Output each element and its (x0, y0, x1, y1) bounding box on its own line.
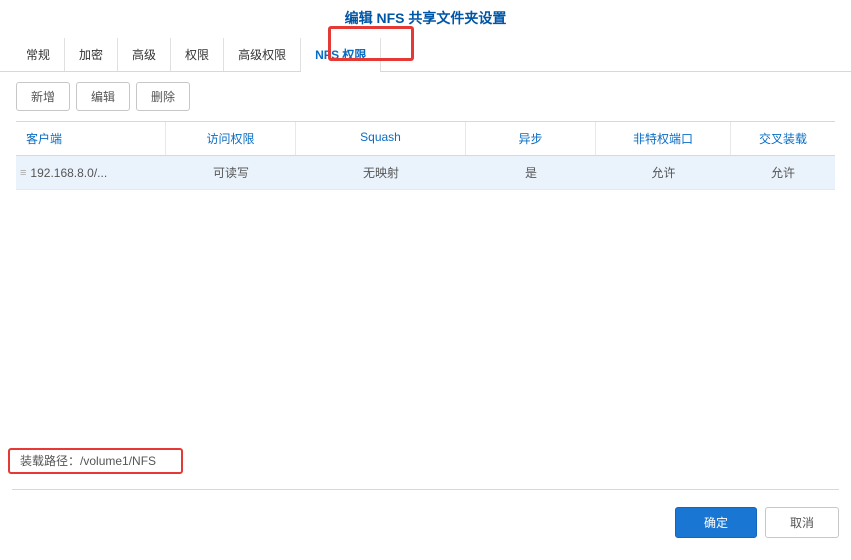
cell-port: 允许 (596, 156, 731, 189)
tab-adv-permission[interactable]: 高级权限 (224, 38, 301, 71)
footer: 确定 取消 (675, 507, 839, 538)
add-button[interactable]: 新增 (16, 82, 70, 111)
cell-squash: 无映射 (296, 156, 466, 189)
ok-button[interactable]: 确定 (675, 507, 757, 538)
cell-access: 可读写 (166, 156, 296, 189)
col-client[interactable]: 客户端 (16, 122, 166, 155)
tab-permission[interactable]: 权限 (171, 38, 224, 71)
mount-path: 装载路径：/volume1/NFS (12, 446, 164, 475)
tab-encrypt[interactable]: 加密 (65, 38, 118, 71)
edit-button[interactable]: 编辑 (76, 82, 130, 111)
cell-cross: 允许 (731, 156, 835, 189)
table-header: 客户端 访问权限 Squash 异步 非特权端口 交叉装载 (16, 121, 835, 156)
toolbar: 新增 编辑 删除 (0, 72, 851, 121)
cell-async: 是 (466, 156, 596, 189)
cell-client-text: 192.168.8.0/... (30, 166, 107, 180)
tab-bar: 常规 加密 高级 权限 高级权限 NFS 权限 (0, 38, 851, 72)
footer-separator (12, 489, 839, 490)
tab-general[interactable]: 常规 (12, 38, 65, 71)
col-cross[interactable]: 交叉装载 (731, 122, 835, 155)
drag-grip-icon: ≡ (20, 167, 24, 179)
delete-button[interactable]: 删除 (136, 82, 190, 111)
dialog-title: 编辑 NFS 共享文件夹设置 (0, 0, 851, 38)
mount-value: /volume1/NFS (80, 454, 156, 468)
table-row[interactable]: ≡ 192.168.8.0/... 可读写 无映射 是 允许 允许 (16, 156, 835, 190)
nfs-table: 客户端 访问权限 Squash 异步 非特权端口 交叉装载 ≡ 192.168.… (16, 121, 835, 190)
tab-nfs-permission[interactable]: NFS 权限 (301, 38, 381, 71)
col-async[interactable]: 异步 (466, 122, 596, 155)
cell-client: ≡ 192.168.8.0/... (16, 156, 166, 189)
tab-advanced[interactable]: 高级 (118, 38, 171, 71)
col-access[interactable]: 访问权限 (166, 122, 296, 155)
col-squash[interactable]: Squash (296, 122, 466, 155)
col-port[interactable]: 非特权端口 (596, 122, 731, 155)
mount-label: 装载路径： (20, 454, 80, 468)
cancel-button[interactable]: 取消 (765, 507, 839, 538)
